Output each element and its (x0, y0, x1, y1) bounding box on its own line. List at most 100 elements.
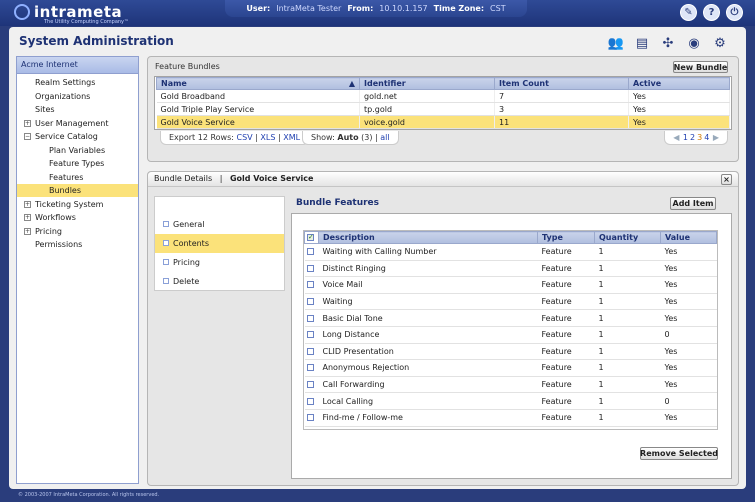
export-csv-link[interactable]: CSV (237, 133, 253, 142)
show-all-link[interactable]: all (380, 133, 389, 142)
table-cell: 1 (594, 243, 661, 261)
sort-asc-icon[interactable]: ▲ (349, 79, 355, 88)
table-cell: Waiting with Calling Number (318, 243, 538, 261)
table-row[interactable]: Find-me / Follow-me Feature 1 Yes (304, 409, 717, 427)
table-row[interactable]: Basic Dial Tone Feature 1 Yes (304, 309, 717, 327)
table-row[interactable]: Anonymous Rejection Feature 1 Yes (304, 359, 717, 377)
network-icon[interactable]: ✣ (658, 33, 678, 53)
catalog-icon[interactable]: ▤ (632, 33, 652, 53)
sidebar-item-sites[interactable]: Sites (17, 103, 138, 116)
remove-selected-button[interactable]: Remove Selected (640, 447, 718, 460)
table-row[interactable]: Long Distance Feature 1 0 (304, 326, 717, 344)
users-icon[interactable]: 👥 (606, 33, 626, 53)
table-row[interactable]: Gold Triple Play Service tp.gold 3 Yes (156, 102, 730, 116)
row-checkbox[interactable] (304, 260, 319, 278)
row-checkbox[interactable] (304, 293, 319, 311)
sidebar-item-workflows[interactable]: + Workflows (17, 211, 138, 224)
table-cell: Feature (537, 243, 595, 261)
row-checkbox[interactable] (304, 359, 319, 377)
row-checkbox[interactable] (304, 309, 319, 327)
table-cell: Anonymous Rejection (318, 359, 538, 377)
col-type[interactable]: Type (537, 231, 595, 244)
table-cell: 11 (494, 115, 629, 129)
table-row[interactable]: Voice Mail Feature 1 Yes (304, 276, 717, 294)
col-identifier[interactable]: Identifier (359, 77, 495, 90)
breadcrumb-bundle-details[interactable]: Bundle Details (154, 174, 212, 183)
help-icon[interactable]: ? (703, 4, 720, 21)
col-value[interactable]: Value (660, 231, 717, 244)
sidebar-item-label: Feature Types (49, 159, 105, 168)
row-checkbox[interactable] (304, 343, 319, 361)
sidebar-item-ticketing-system[interactable]: + Ticketing System (17, 198, 138, 211)
row-checkbox[interactable] (304, 392, 319, 410)
col-active[interactable]: Active (628, 77, 730, 90)
close-icon[interactable]: × (721, 174, 732, 185)
sidebar-item-permissions[interactable]: Permissions (17, 238, 138, 251)
col-description[interactable]: Description (318, 231, 538, 244)
logo-mark-icon (14, 4, 30, 20)
table-cell: voice.gold (359, 115, 495, 129)
sidebar-item-feature-types[interactable]: Feature Types (17, 157, 138, 170)
tree-toggle-icon[interactable]: + (24, 200, 31, 208)
table-cell: Voice Mail (318, 276, 538, 294)
col-item-count[interactable]: Item Count (494, 77, 629, 90)
next-page-icon[interactable]: ▶ (713, 133, 719, 142)
table-row[interactable]: Local Calling Feature 1 0 (304, 392, 717, 410)
tree-toggle-icon[interactable]: − (24, 133, 31, 140)
page-link-1[interactable]: 1 (682, 133, 689, 142)
prev-page-icon[interactable]: ◀ (673, 133, 679, 142)
tree-toggle-icon[interactable]: + (24, 227, 31, 235)
user-label: User: (246, 4, 271, 13)
sidebar-item-realm-settings[interactable]: Realm Settings (17, 76, 138, 89)
show-auto-link[interactable]: Auto (337, 133, 358, 142)
table-cell: gold.net (359, 89, 495, 103)
col-quantity[interactable]: Quantity (594, 231, 661, 244)
table-cell: 1 (594, 309, 661, 327)
details-menu-label: General (173, 220, 205, 229)
table-row[interactable]: Gold Voice Service voice.gold 11 Yes (156, 115, 730, 129)
export-xml-link[interactable]: XML (283, 133, 300, 142)
new-bundle-button[interactable]: New Bundle (673, 61, 728, 73)
row-checkbox[interactable] (304, 276, 319, 294)
export-xls-link[interactable]: XLS (260, 133, 275, 142)
table-row[interactable]: Waiting with Calling Number Feature 1 Yes (304, 243, 717, 261)
row-checkbox[interactable] (304, 326, 319, 344)
details-menu-delete[interactable]: Delete (155, 272, 284, 291)
page-link-4[interactable]: 4 (703, 133, 710, 142)
table-cell: Yes (660, 260, 717, 278)
tools-icon[interactable]: ✎ (680, 4, 697, 21)
table-row[interactable]: Waiting Feature 1 Yes (304, 293, 717, 311)
tree-toggle-icon[interactable]: + (24, 119, 31, 127)
power-icon[interactable]: ⏻ (726, 4, 743, 21)
details-menu-pricing[interactable]: Pricing (155, 253, 284, 272)
col-name[interactable]: Name ▲ (156, 77, 360, 90)
sidebar-item-label: Pricing (35, 226, 62, 236)
details-menu-contents[interactable]: Contents (155, 234, 284, 253)
sidebar-item-features[interactable]: Features (17, 171, 138, 184)
sidebar-item-organizations[interactable]: Organizations (17, 90, 138, 103)
sidebar-item-user-management[interactable]: + User Management (17, 117, 138, 130)
table-row[interactable]: Gold Broadband gold.net 7 Yes (156, 89, 730, 103)
table-row[interactable]: Distinct Ringing Feature 1 Yes (304, 260, 717, 278)
select-all-checkbox[interactable]: ✓ (304, 231, 319, 244)
sidebar-item-service-catalog[interactable]: − Service Catalog (17, 130, 138, 143)
details-menu-general[interactable]: General (155, 215, 284, 234)
globe-icon[interactable]: ◉ (684, 33, 704, 53)
table-cell: Yes (660, 409, 717, 427)
row-checkbox[interactable] (304, 376, 319, 394)
table-cell: Waiting (318, 293, 538, 311)
row-checkbox[interactable] (304, 243, 319, 261)
export-bar: Export 12 Rows: CSV | XLS | XML Show: Au… (156, 131, 732, 145)
table-row[interactable]: CLID Presentation Feature 1 Yes (304, 343, 717, 361)
sidebar-item-plan-variables[interactable]: Plan Variables (17, 144, 138, 157)
sidebar-item-pricing[interactable]: + Pricing (17, 225, 138, 238)
tree-toggle-icon[interactable]: + (24, 214, 31, 221)
row-checkbox[interactable] (304, 409, 319, 427)
sidebar-item-bundles[interactable]: Bundles (17, 184, 138, 197)
table-cell: Feature (537, 293, 595, 311)
sidebar-item-label: Features (49, 172, 84, 182)
settings-icon[interactable]: ⚙ (710, 33, 730, 53)
page-title: System Administration (19, 34, 174, 48)
table-row[interactable]: Call Forwarding Feature 1 Yes (304, 376, 717, 394)
add-item-button[interactable]: Add Item (670, 197, 716, 210)
